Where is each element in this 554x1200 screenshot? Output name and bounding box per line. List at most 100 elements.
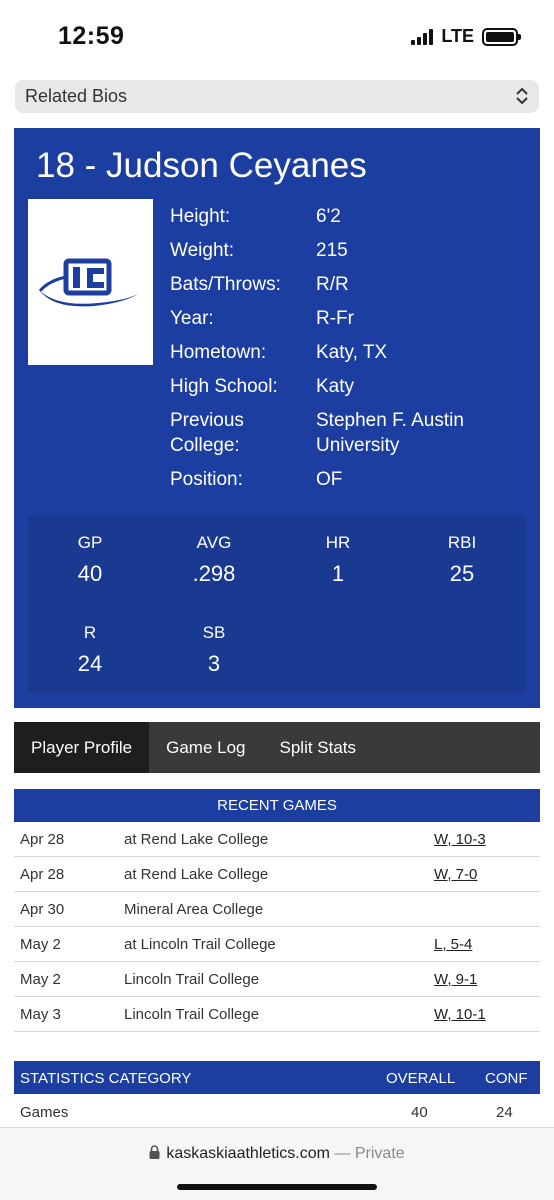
game-date: Apr 28 (20, 865, 65, 883)
game-date: May 3 (20, 1005, 61, 1023)
stat-hr: HR 1 (276, 533, 400, 587)
info-value: Katy (316, 376, 355, 397)
player-bio-panel: 18 - Judson Ceyanes Height: 6'2 Weight: 21… (14, 128, 540, 708)
player-name: 18 - Judson Ceyanes (36, 146, 367, 185)
info-label: Previous College: (170, 410, 244, 456)
stat-label: AVG (196, 533, 232, 552)
table-row: May 3 Lincoln Trail College W, 10-1 (14, 997, 540, 1032)
stat-value: .298 (192, 561, 236, 586)
info-row: Height: 6'2 (170, 204, 530, 229)
stat-label: RBI (447, 533, 477, 552)
stat-sb: SB 3 (152, 623, 276, 677)
player-info-list: Height: 6'2 Weight: 215 Bats/Throws: R/R Ye… (170, 204, 530, 501)
table-row: May 2 Lincoln Trail College W, 9-1 (14, 962, 540, 997)
stat-conf: 24 (496, 1104, 513, 1121)
game-date: May 2 (20, 970, 61, 988)
game-result-link[interactable]: W, 9-1 (434, 971, 477, 988)
stat-overall: 40 (411, 1104, 428, 1121)
game-opponent: at Lincoln Trail College (124, 935, 276, 953)
status-bar: 12:59 LTE (0, 0, 554, 70)
info-value: 215 (316, 240, 348, 261)
stat-gp: GP 40 (28, 533, 152, 587)
status-time: 12:59 (58, 22, 125, 50)
stat-rbi: RBI 25 (400, 533, 524, 587)
stat-label: GP (77, 533, 103, 552)
stat-value: 1 (331, 561, 345, 586)
game-opponent: Lincoln Trail College (124, 1005, 260, 1023)
info-value: R/R (316, 274, 349, 295)
info-row: Weight: 215 (170, 238, 530, 263)
lock-icon (149, 1145, 160, 1159)
related-bios-select[interactable]: Related Bios (15, 80, 539, 113)
private-mode-label: Private (354, 1145, 405, 1162)
address-bar[interactable]: kaskaskiaathletics.com — Private (0, 1145, 554, 1163)
col-overall: OVERALL (386, 1070, 456, 1087)
signal-icon (411, 28, 434, 45)
table-row: Apr 28 at Rend Lake College W, 7-0 (14, 857, 540, 892)
recent-games-list: Apr 28 at Rend Lake College W, 10-3 Apr 28… (14, 822, 540, 1032)
stat-label: HR (325, 533, 351, 552)
status-indicators: LTE (411, 26, 521, 47)
table-row: Apr 28 at Rend Lake College W, 10-3 (14, 822, 540, 857)
url-separator: — (334, 1145, 351, 1162)
info-value: OF (316, 469, 343, 490)
info-value: Katy, TX (316, 342, 388, 363)
chevron-updown-icon (516, 87, 528, 105)
profile-tabs: Player Profile Game Log Split Stats (14, 722, 540, 773)
info-label: Year: (170, 308, 214, 329)
game-opponent: at Rend Lake College (124, 865, 269, 883)
team-logo (28, 199, 153, 365)
info-value: Stephen F. Austin University (316, 410, 464, 456)
info-row: High School: Katy (170, 374, 530, 399)
stat-avg: AVG .298 (152, 533, 276, 587)
col-category: STATISTICS CATEGORY (20, 1070, 192, 1087)
battery-icon (482, 27, 521, 46)
game-date: Apr 30 (20, 900, 65, 918)
info-row: Hometown: Katy, TX (170, 340, 530, 365)
stat-label: SB (202, 623, 226, 642)
game-opponent: Lincoln Trail College (124, 970, 260, 988)
info-row: Year: R-Fr (170, 306, 530, 331)
home-indicator[interactable] (177, 1184, 377, 1190)
game-result-link[interactable]: L, 5-4 (434, 936, 472, 953)
game-opponent: at Rend Lake College (124, 830, 269, 848)
col-conf: CONF (485, 1070, 528, 1087)
table-row: May 2 at Lincoln Trail College L, 5-4 (14, 927, 540, 962)
tab-player-profile[interactable]: Player Profile (14, 722, 150, 773)
info-value: 6'2 (316, 206, 341, 227)
game-date: May 2 (20, 935, 61, 953)
game-result-link[interactable]: W, 10-1 (434, 1006, 486, 1023)
stat-value: 24 (77, 651, 103, 676)
stat-value: 25 (449, 561, 475, 586)
stat-label: R (83, 623, 97, 642)
url-domain: kaskaskiaathletics.com (166, 1145, 330, 1162)
info-label: Height: (170, 206, 231, 227)
stat-category: Games (20, 1104, 69, 1121)
table-row: Apr 30 Mineral Area College (14, 892, 540, 927)
game-opponent: Mineral Area College (124, 900, 264, 918)
related-bios-label: Related Bios (25, 86, 128, 106)
info-label: High School: (170, 376, 278, 397)
info-label: Weight: (170, 240, 235, 261)
info-label: Position: (170, 469, 243, 490)
network-label: LTE (441, 26, 474, 46)
stat-value: 40 (77, 561, 103, 586)
player-stats-summary: GP 40 AVG .298 HR 1 RBI 25 R 24 SB 3 (28, 515, 526, 693)
info-value: R-Fr (316, 308, 354, 329)
recent-games-header: RECENT GAMES (14, 789, 540, 822)
table-row: Games 40 24 (14, 1098, 540, 1128)
browser-bottom-bar: kaskaskiaathletics.com — Private (0, 1127, 554, 1200)
statistics-header: STATISTICS CATEGORY OVERALL CONF (14, 1061, 540, 1094)
info-label: Hometown: (170, 342, 267, 363)
info-row: Bats/Throws: R/R (170, 272, 530, 297)
game-date: Apr 28 (20, 830, 65, 848)
game-result-link[interactable]: W, 7-0 (434, 866, 477, 883)
tab-game-log[interactable]: Game Log (149, 722, 262, 773)
tab-split-stats[interactable]: Split Stats (263, 722, 374, 773)
info-row: Position: OF (170, 467, 530, 492)
stat-value: 3 (207, 651, 221, 676)
info-row: Previous College: Stephen F. Austin Unive… (170, 408, 530, 458)
stat-r: R 24 (28, 623, 152, 677)
info-label: Bats/Throws: (170, 274, 281, 295)
game-result-link[interactable]: W, 10-3 (434, 831, 486, 848)
